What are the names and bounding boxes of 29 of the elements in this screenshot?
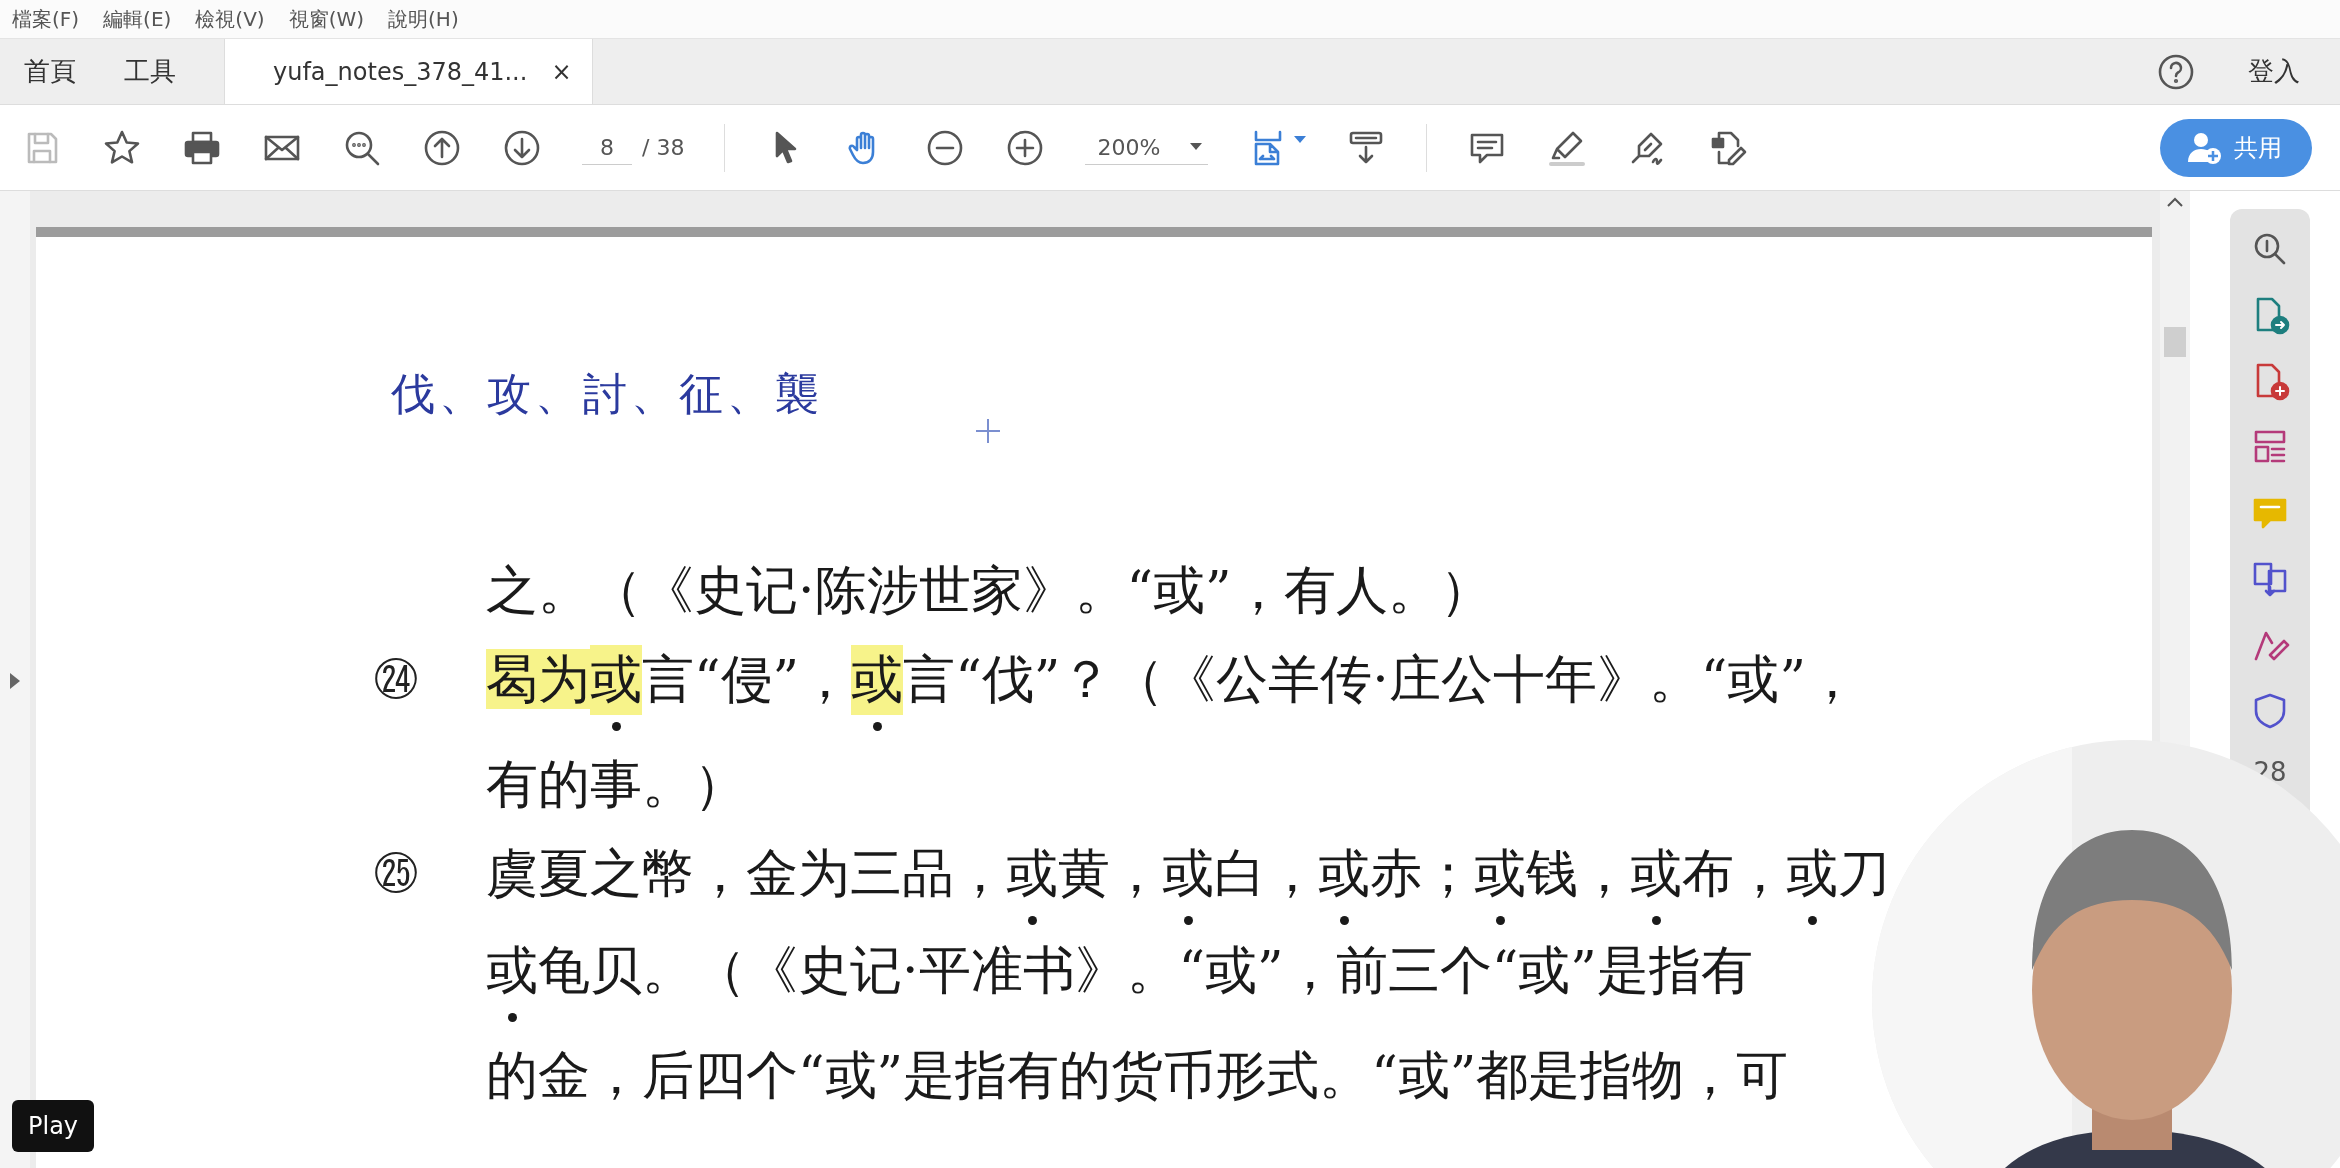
text-line: 曷为或言“侵”，或言“伐”？（《公羊传·庄公十年》。“或”，	[486, 628, 1859, 731]
crosshair-icon	[976, 419, 1000, 443]
page-total: / 38	[642, 135, 685, 160]
example-number: ㉕	[374, 848, 418, 899]
tab[interactable]: 工具	[100, 39, 200, 104]
scrollbar-thumb[interactable]	[2164, 327, 2186, 357]
text-line: 之。（《史记·陈涉世家》。“或”，有人。）	[486, 558, 1492, 622]
expand-arrow-icon[interactable]	[10, 672, 20, 689]
example-number: ㉔	[374, 654, 418, 705]
menu-item[interactable]: 檢視(V)	[195, 5, 265, 33]
menu-item[interactable]: 檔案(F)	[12, 5, 80, 33]
zoom-dropdown[interactable]: 200%	[1085, 130, 1209, 165]
menu-item[interactable]: 編輯(E)	[103, 5, 172, 33]
play-tooltip: Play	[12, 1100, 95, 1152]
sign-in-link[interactable]: 登入	[2248, 54, 2300, 89]
page-heading: 伐、攻、討、征、襲	[391, 367, 823, 421]
tab[interactable]: yufa_notes_378_41... ×	[224, 39, 593, 104]
text-line: 有的事。）	[486, 752, 746, 816]
text-line: 的金，后四个“或”是指有的货币形式。“或”都是指物，可	[486, 1043, 1789, 1107]
scroll-up-icon[interactable]	[2167, 197, 2183, 207]
add-user-icon	[2188, 131, 2222, 164]
text-line: 或龟贝。（《史记·平准书》。“或”，前三个“或”是指有	[486, 919, 1753, 1022]
menu-item[interactable]: 視窗(W)	[288, 5, 365, 33]
caret-icon	[1190, 143, 1203, 151]
close-icon[interactable]: ×	[551, 57, 572, 86]
tab[interactable]: 首頁	[0, 39, 100, 104]
caret-icon[interactable]	[1294, 135, 1307, 144]
menu-item[interactable]: 說明(H)	[388, 5, 459, 33]
page-number-field[interactable]: 8	[582, 130, 632, 165]
